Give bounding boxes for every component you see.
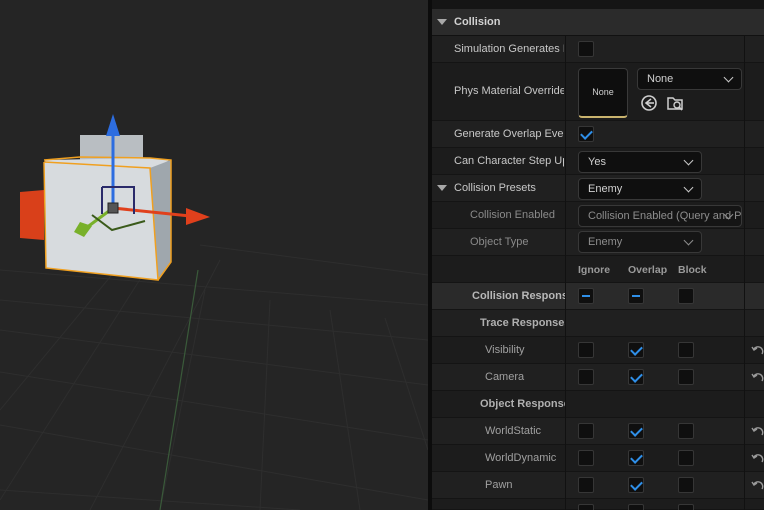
phys-material-thumbnail[interactable]: None: [578, 68, 628, 118]
use-selected-asset-icon[interactable]: [640, 94, 658, 112]
channel-label: WorldDynamic: [485, 452, 557, 464]
row-generate-overlap-events: Generate Overlap Events: [432, 121, 764, 148]
row-trace-responses: Trace Responses: [432, 310, 764, 337]
camera-block-checkbox[interactable]: [678, 369, 694, 385]
pawn-ignore-checkbox[interactable]: [578, 477, 594, 493]
camera-overlap-checkbox[interactable]: [628, 369, 644, 385]
channel-label: Visibility: [485, 344, 525, 356]
all-overlap-checkbox[interactable]: [628, 288, 644, 304]
property-label: Collision Enabled: [470, 209, 555, 221]
reset-to-default-icon[interactable]: [751, 344, 764, 357]
row-worlddynamic: WorldDynamic: [432, 445, 764, 472]
section-title: Collision: [454, 16, 501, 28]
reset-to-default-icon[interactable]: [751, 371, 764, 384]
chevron-down-icon: [683, 235, 694, 246]
object-type-dropdown: Enemy: [578, 231, 702, 253]
row-next-partial: [432, 499, 764, 510]
column-block: Block: [678, 264, 707, 276]
visibility-overlap-checkbox[interactable]: [628, 342, 644, 358]
collision-section-header[interactable]: Collision: [432, 9, 764, 36]
column-ignore: Ignore: [578, 264, 611, 276]
phys-material-asset-dropdown[interactable]: None: [637, 68, 742, 90]
worldstatic-overlap-checkbox[interactable]: [628, 423, 644, 439]
reset-to-default-icon[interactable]: [751, 479, 764, 492]
channel-label: Pawn: [485, 479, 513, 491]
property-label: Can Character Step Up On: [454, 155, 564, 167]
group-label: Trace Responses: [480, 317, 566, 329]
worlddynamic-ignore-checkbox[interactable]: [578, 450, 594, 466]
column-overlap: Overlap: [628, 264, 668, 276]
property-label: Phys Material Override: [454, 85, 564, 97]
visibility-block-checkbox[interactable]: [678, 342, 694, 358]
cube-mesh: [20, 135, 172, 281]
row-object-responses: Object Responses: [432, 391, 764, 418]
dropdown-value: Yes: [588, 156, 606, 168]
reset-to-default-icon[interactable]: [751, 452, 764, 465]
simulation-generates-hit-events-checkbox[interactable]: [578, 41, 594, 57]
worldstatic-block-checkbox[interactable]: [678, 423, 694, 439]
group-label: Object Responses: [480, 398, 566, 410]
row-response-columns: Ignore Overlap Block: [432, 256, 764, 283]
worlddynamic-overlap-checkbox[interactable]: [628, 450, 644, 466]
next-ignore-checkbox[interactable]: [578, 504, 594, 510]
property-label: Collision Responses: [472, 290, 566, 302]
generate-overlap-events-checkbox[interactable]: [578, 126, 594, 142]
dropdown-value: Enemy: [588, 236, 623, 248]
chevron-down-icon: [683, 155, 694, 166]
row-pawn: Pawn: [432, 472, 764, 499]
visibility-ignore-checkbox[interactable]: [578, 342, 594, 358]
all-block-checkbox[interactable]: [678, 288, 694, 304]
dropdown-value: None: [647, 73, 674, 85]
name-value-separator[interactable]: [565, 36, 566, 510]
next-block-checkbox[interactable]: [678, 504, 694, 510]
property-label: Generate Overlap Events: [454, 128, 564, 140]
dropdown-value: Enemy: [588, 183, 623, 195]
row-collision-responses: Collision Responses: [432, 283, 764, 310]
chevron-down-icon: [723, 72, 734, 83]
collision-enabled-dropdown: Collision Enabled (Query and Physics): [578, 205, 742, 227]
channel-label: Camera: [485, 371, 525, 383]
channel-label: WorldStatic: [485, 425, 542, 437]
dropdown-value: Collision Enabled (Query and Physics): [588, 210, 742, 222]
camera-ignore-checkbox[interactable]: [578, 369, 594, 385]
pawn-block-checkbox[interactable]: [678, 477, 694, 493]
reset-to-default-icon[interactable]: [751, 425, 764, 438]
level-viewport[interactable]: [0, 0, 428, 510]
collapse-arrow-icon[interactable]: [437, 19, 447, 25]
worldstatic-ignore-checkbox[interactable]: [578, 423, 594, 439]
property-label: Collision Presets: [454, 182, 536, 194]
viewport-scene: [0, 114, 428, 510]
floor-grid: [0, 239, 428, 510]
chevron-down-icon: [683, 182, 694, 193]
y-axis-line: [159, 269, 199, 510]
next-overlap-checkbox[interactable]: [628, 504, 644, 510]
reset-column-separator: [744, 36, 745, 510]
thumbnail-label: None: [592, 87, 614, 97]
row-worldstatic: WorldStatic: [432, 418, 764, 445]
can-character-step-up-on-dropdown[interactable]: Yes: [578, 151, 702, 173]
browse-asset-icon[interactable]: [666, 94, 684, 112]
panel-top-strip: [432, 0, 764, 9]
pawn-overlap-checkbox[interactable]: [628, 477, 644, 493]
row-simulation-generates-hit-events: Simulation Generates Hit Events: [432, 36, 764, 63]
collision-presets-dropdown[interactable]: Enemy: [578, 178, 702, 200]
property-label: Simulation Generates Hit Events: [454, 43, 564, 55]
all-ignore-checkbox[interactable]: [578, 288, 594, 304]
details-panel: Collision Simulation Generates Hit Event…: [432, 0, 764, 510]
expand-arrow-icon[interactable]: [437, 185, 447, 191]
row-camera: Camera: [432, 364, 764, 391]
row-visibility: Visibility: [432, 337, 764, 364]
worlddynamic-block-checkbox[interactable]: [678, 450, 694, 466]
property-label: Object Type: [470, 236, 529, 248]
